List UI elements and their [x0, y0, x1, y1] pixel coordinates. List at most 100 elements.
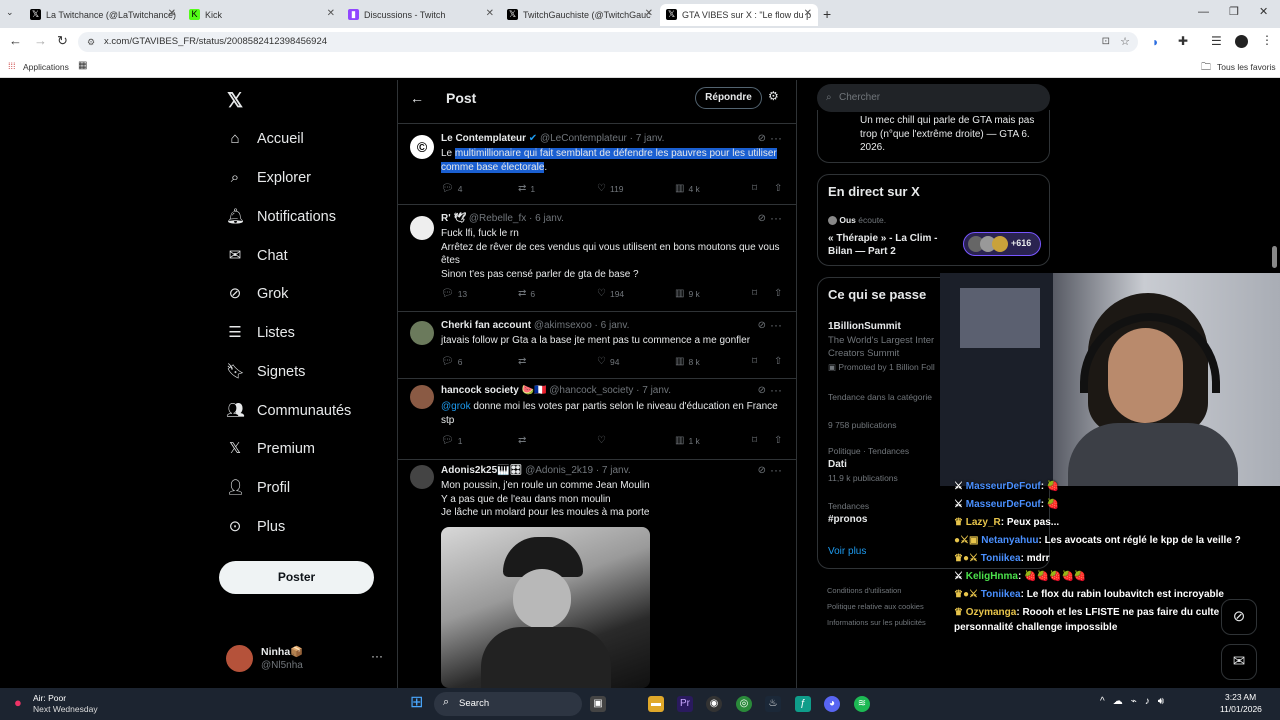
close-icon[interactable]: ✕: [645, 8, 653, 19]
views-button[interactable]: ▥ 9 k: [675, 288, 700, 299]
like-button[interactable]: ♡ 194: [597, 288, 624, 299]
views-button[interactable]: ▥ 4 k: [675, 183, 700, 194]
tab-4[interactable]: 𝕏 TwitchGauchiste (@TwitchGauc ✕: [501, 4, 659, 26]
sidebar-item-communities[interactable]: 👥︎ Communautés: [226, 396, 351, 426]
x-logo-icon[interactable]: 𝕏: [227, 88, 243, 113]
repost-button[interactable]: ⇄: [518, 435, 526, 446]
sidebar-item-notifications[interactable]: 🔔︎ Notifications: [226, 202, 336, 232]
close-icon[interactable]: ✕: [804, 8, 812, 19]
share-button[interactable]: ⇧: [774, 288, 782, 299]
bookmark-button[interactable]: ⌑: [752, 183, 757, 194]
grok-icon[interactable]: ⊘: [758, 320, 766, 331]
more-icon[interactable]: ···: [770, 211, 782, 225]
system-tray[interactable]: ^☁⌁♪🔊︎: [1100, 696, 1172, 707]
avatar[interactable]: [1235, 35, 1248, 48]
tab-list-button[interactable]: ⌄: [6, 7, 20, 21]
post-handle[interactable]: @akimsexoo · 6 janv.: [534, 320, 630, 331]
see-more-link[interactable]: Voir plus: [828, 546, 866, 557]
footer-link[interactable]: Conditions d'utilisation: [827, 583, 947, 599]
repost-button[interactable]: ⇄ 6: [518, 288, 535, 299]
reply-button[interactable]: 💬︎ 6: [441, 356, 462, 367]
trend-item[interactable]: Tendances #pronos: [828, 501, 869, 525]
bookmark-button[interactable]: ⌑: [752, 288, 757, 299]
tab-groups-icon[interactable]: ▦: [78, 60, 87, 71]
like-button[interactable]: ♡ 119: [597, 183, 624, 194]
tab-2[interactable]: K Kick ✕: [183, 4, 341, 26]
filter-icon[interactable]: ⚙: [768, 89, 779, 103]
list-item[interactable]: hancock society 🍉🇫🇷 @hancock_society · 7…: [398, 380, 796, 460]
grok-icon[interactable]: ⊘: [758, 133, 766, 144]
like-button[interactable]: ♡ 94: [597, 356, 619, 367]
star-icon[interactable]: ☆: [1120, 32, 1130, 52]
discord-icon[interactable]: ◕: [824, 696, 840, 712]
clock-time[interactable]: 3:23 AM: [1225, 692, 1256, 702]
maximize-button[interactable]: ❐: [1229, 5, 1239, 18]
sidebar-item-grok[interactable]: ⊘ Grok: [226, 279, 289, 309]
premiere-icon[interactable]: Pr: [677, 696, 693, 712]
task-view-icon[interactable]: ▣: [590, 696, 606, 712]
close-icon[interactable]: ✕: [168, 8, 176, 19]
post-image[interactable]: [441, 527, 650, 688]
post-button[interactable]: Poster: [219, 561, 374, 594]
spotify-icon[interactable]: ≋: [854, 696, 870, 712]
views-button[interactable]: ▥ 8 k: [675, 356, 700, 367]
reply-button[interactable]: Répondre: [695, 87, 762, 109]
post-handle[interactable]: @LeContemplateur · 7 janv.: [540, 133, 664, 144]
sidebar-item-home[interactable]: ⌂ Accueil: [226, 124, 303, 154]
live-participants[interactable]: +616: [963, 232, 1041, 256]
reply-button[interactable]: 💬︎ 13: [441, 288, 467, 299]
account-switcher[interactable]: Ninha📦 @Nl5nha ···: [226, 643, 386, 675]
extension-icon[interactable]: ◗: [1152, 35, 1159, 49]
post-author[interactable]: R' 🕊: [441, 213, 466, 224]
post-author[interactable]: hancock society 🍉🇫🇷: [441, 385, 547, 396]
share-button[interactable]: ⇧: [774, 183, 782, 194]
tab-1[interactable]: 𝕏 La Twitchance (@LaTwitchance) ✕: [24, 4, 182, 26]
close-icon[interactable]: ✕: [486, 8, 494, 19]
post-author[interactable]: Cherki fan account: [441, 320, 531, 331]
post-handle[interactable]: @hancock_society · 7 janv.: [549, 385, 671, 396]
chrome-icon[interactable]: ◎: [736, 696, 752, 712]
grok-icon[interactable]: ⊘: [758, 465, 766, 476]
reload-icon[interactable]: ↻: [57, 33, 68, 49]
menu-icon[interactable]: ⋮: [1261, 33, 1273, 47]
weather-icon[interactable]: ●: [14, 695, 22, 710]
messages-floating-button[interactable]: ✉: [1221, 644, 1257, 680]
reply-button[interactable]: 💬︎ 4: [441, 183, 462, 194]
share-button[interactable]: ⇧: [774, 356, 782, 367]
trend-meta[interactable]: Tendance dans la catégorie: [828, 392, 932, 402]
minimize-button[interactable]: —: [1198, 6, 1209, 18]
more-icon[interactable]: ···: [770, 383, 782, 397]
trend-item[interactable]: 1BillionSummit The World's Largest Inter…: [828, 321, 943, 373]
taskbar-search[interactable]: ⌕ Search: [434, 692, 582, 716]
start-icon[interactable]: ⊞: [410, 695, 423, 711]
footer-link[interactable]: Politique relative aux cookies: [827, 599, 947, 615]
sidebar-item-more[interactable]: ⊙ Plus: [226, 512, 286, 542]
grok-icon[interactable]: ⊘: [758, 213, 766, 224]
repost-button[interactable]: ⇄: [518, 356, 526, 367]
list-item[interactable]: R' 🕊 @Rebelle_fx · 6 janv. ⊘ ··· Fuck lf…: [398, 206, 796, 312]
post-handle[interactable]: @Adonis_2k19 · 7 janv.: [525, 465, 631, 476]
trend-item[interactable]: Politique · Tendances Dati 11,9 k public…: [828, 446, 909, 483]
sidebar-item-bookmarks[interactable]: 🔖︎ Signets: [226, 357, 305, 387]
repost-button[interactable]: ⇄ 1: [518, 183, 535, 194]
sidebar-item-profile[interactable]: 👤︎ Profil: [226, 473, 290, 503]
bookmark-all[interactable]: Tous les favoris: [1217, 62, 1276, 72]
tab-3[interactable]: ▮ Discussions - Twitch ✕: [342, 4, 500, 26]
list-item[interactable]: Cherki fan account @akimsexoo · 6 janv. …: [398, 313, 796, 379]
app-icon[interactable]: ƒ: [795, 696, 811, 712]
sidebar-item-explore[interactable]: ⌕ Explorer: [226, 163, 311, 193]
bookmark-button[interactable]: ⌑: [752, 435, 757, 446]
close-window-button[interactable]: ✕: [1259, 5, 1268, 18]
sidebar-item-lists[interactable]: ☰ Listes: [226, 318, 295, 348]
list-item[interactable]: Adonis2k25🎹🎛 @Adonis_2k19 · 7 janv. ⊘ ··…: [398, 461, 796, 688]
sidebar-item-chat[interactable]: ✉ Chat: [226, 241, 288, 271]
post-author[interactable]: Adonis2k25🎹🎛: [441, 465, 522, 476]
views-button[interactable]: ▥ 1 k: [675, 435, 700, 446]
new-tab-button[interactable]: +: [823, 6, 831, 22]
post-author[interactable]: Le Contemplateur: [441, 133, 526, 144]
footer-link[interactable]: Informations sur les publicités: [827, 615, 947, 631]
back-arrow-icon[interactable]: ←: [9, 33, 22, 48]
weather-title[interactable]: Air: Poor: [33, 693, 66, 703]
grok-icon[interactable]: ⊘: [758, 385, 766, 396]
sidebar-item-premium[interactable]: 𝕏 Premium: [226, 434, 315, 464]
